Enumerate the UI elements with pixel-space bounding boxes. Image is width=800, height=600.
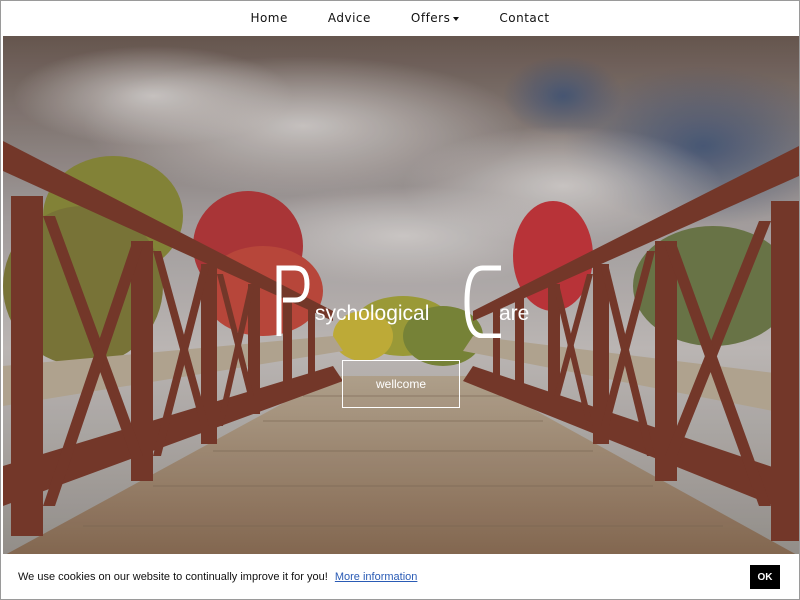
logo-text-2: are: [499, 302, 530, 325]
nav-offers-label: Offers: [410, 11, 451, 25]
cookie-message: We use cookies on our website to continu…: [18, 571, 417, 583]
site-logo: sychological are: [273, 264, 543, 338]
nav-offers[interactable]: Offers: [410, 11, 460, 25]
cookie-text: We use cookies on our website to continu…: [18, 571, 328, 583]
nav-contact[interactable]: Contact: [499, 11, 549, 25]
cookie-banner: We use cookies on our website to continu…: [1, 554, 799, 599]
cookie-ok-button[interactable]: OK: [750, 565, 780, 589]
nav-home[interactable]: Home: [250, 11, 287, 25]
welcome-button[interactable]: wellcome: [342, 360, 460, 408]
main-nav: Home Advice Offers Contact: [1, 1, 799, 35]
more-information-link[interactable]: More information: [335, 571, 418, 583]
page-frame: Home Advice Offers Contact sychological …: [0, 0, 800, 600]
logo-letterforms: [276, 265, 501, 338]
hero-image: sychological are wellcome: [3, 36, 799, 556]
chevron-down-icon: [453, 16, 460, 21]
logo-text-1: sychological: [315, 302, 430, 325]
nav-advice[interactable]: Advice: [328, 11, 371, 25]
